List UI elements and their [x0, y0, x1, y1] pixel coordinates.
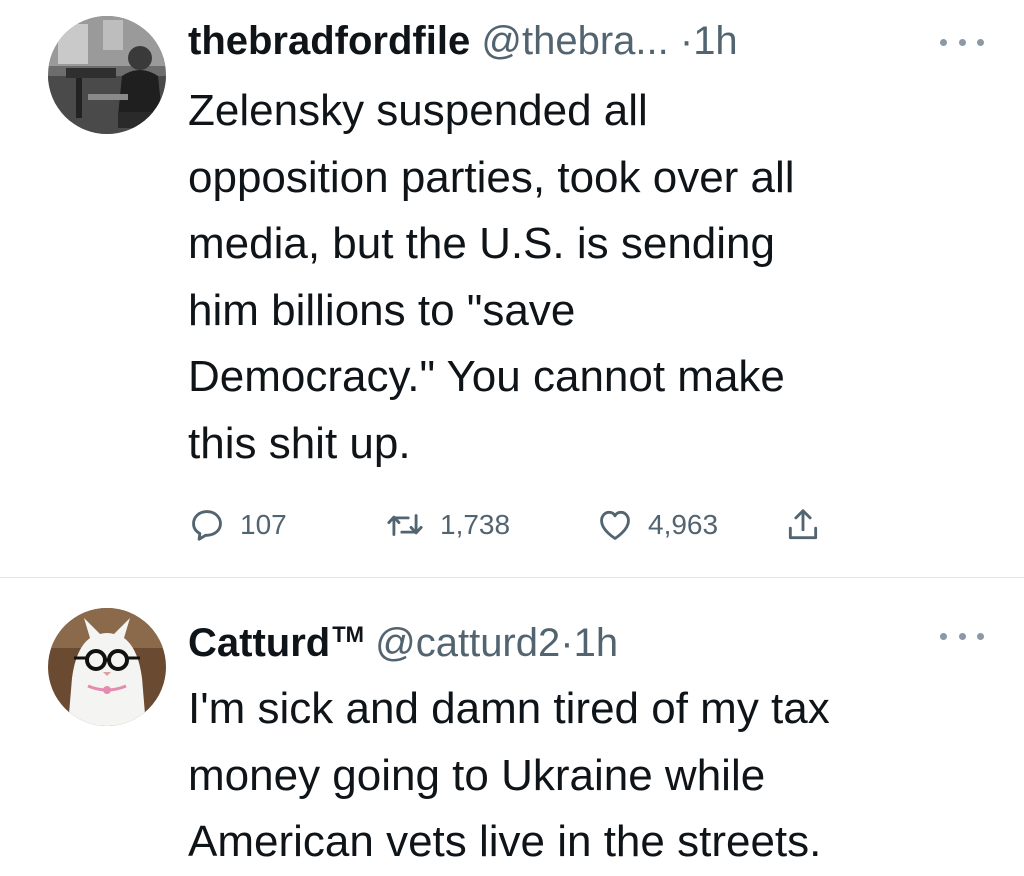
reply-button[interactable]: 107	[188, 500, 287, 550]
retweet-icon	[387, 514, 423, 536]
tweet-text-line: American vets live in the streets.	[188, 817, 822, 866]
reply-bubble-icon	[192, 510, 222, 541]
tweet-text-line: I'm sick and damn tired of my tax	[188, 684, 830, 733]
separator-dot: ·	[560, 621, 574, 665]
trademark-badge: TM	[332, 622, 364, 647]
tweet-text-line: media, but the U.S. is sending	[188, 219, 775, 268]
tweet-header: CatturdTM @catturd2·1h	[188, 610, 618, 668]
avatar[interactable]	[48, 608, 166, 726]
tweet-text-line: Zelensky suspended all	[188, 86, 648, 135]
tweet-text-line: him billions to "save	[188, 285, 576, 335]
display-name[interactable]: Catturd	[188, 621, 330, 665]
avatar[interactable]	[48, 16, 166, 134]
like-button[interactable]: 4,963	[596, 500, 718, 550]
tweet[interactable]: thebradfordfile @thebra... ·1h Zelensky …	[0, 0, 1024, 577]
share-button[interactable]	[784, 500, 822, 550]
user-handle[interactable]: @catturd2	[375, 621, 560, 665]
retweet-button[interactable]: 1,738	[384, 500, 510, 550]
timestamp[interactable]: 1h	[693, 19, 738, 63]
retweet-count: 1,738	[440, 509, 511, 540]
timestamp[interactable]: 1h	[574, 621, 619, 665]
separator-dot: ·	[679, 19, 694, 63]
tweet-text-line: this shit up.	[188, 418, 411, 468]
tweet-actions: 107 1,738 4,963	[188, 500, 888, 550]
tweet[interactable]: CatturdTM @catturd2·1h I'm sick and damn…	[0, 578, 1024, 874]
tweet-text-line: Democracy." You cannot make	[188, 352, 785, 401]
tweet-text-line: money going to Ukraine while	[188, 750, 766, 800]
display-name[interactable]: thebradfordfile	[188, 19, 470, 63]
like-count: 4,963	[648, 509, 719, 540]
tweet-text: I'm sick and damn tired of my tax money …	[188, 676, 988, 876]
more-horizontal-icon[interactable]	[940, 30, 984, 54]
share-icon	[788, 509, 818, 540]
tweet-text-line: opposition parties, took over all	[188, 152, 795, 202]
reply-count: 107	[240, 509, 287, 540]
tweet-header: thebradfordfile @thebra... ·1h	[188, 16, 738, 66]
heart-icon	[600, 510, 630, 540]
tweet-text: Zelensky suspended all opposition partie…	[188, 78, 988, 477]
more-horizontal-icon[interactable]	[940, 624, 984, 648]
user-handle[interactable]: @thebra...	[481, 19, 668, 63]
